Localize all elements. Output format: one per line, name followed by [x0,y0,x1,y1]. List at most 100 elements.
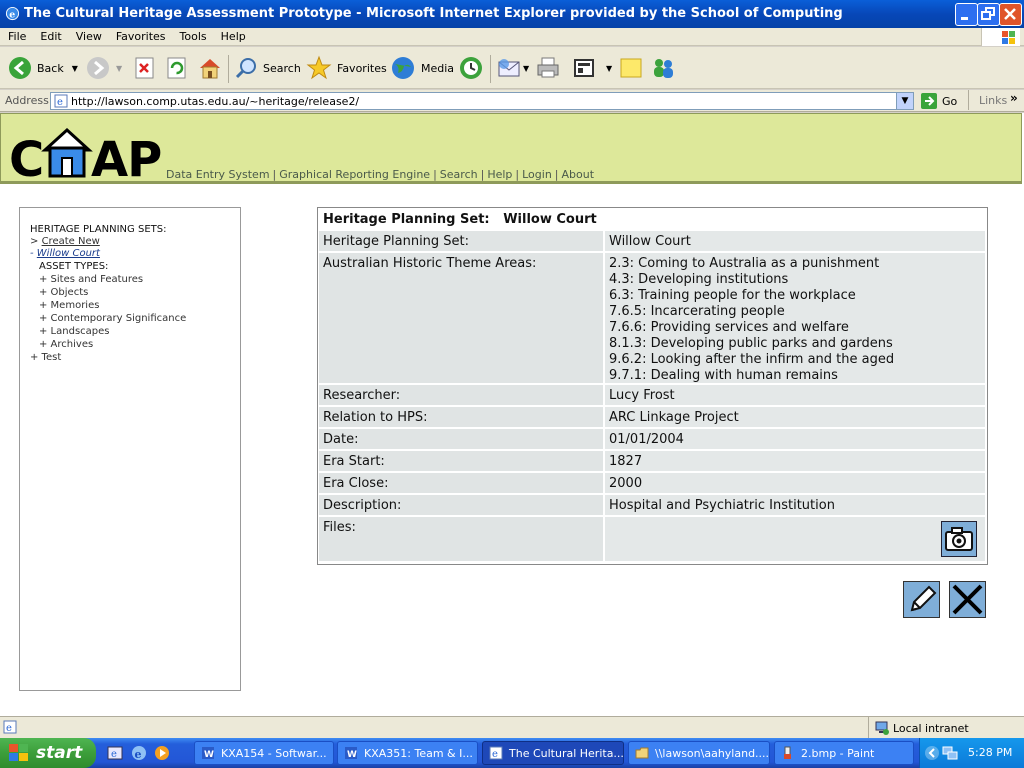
minimize-icon [961,17,968,20]
home-button[interactable] [197,53,223,83]
refresh-button[interactable] [166,53,188,83]
task-kxa351[interactable]: W KXA351: Team & I... [337,741,478,765]
record-table: Heritage Planning Set: Willow Court Heri… [317,207,988,565]
nav-divider: | [433,168,437,181]
quicklaunch-media-player-icon[interactable] [154,745,170,761]
history-button[interactable] [458,53,484,83]
edit-dropdown-icon[interactable]: ▼ [606,64,612,73]
media-button[interactable]: Media [390,53,454,83]
task-paint[interactable]: 2.bmp - Paint [774,741,914,765]
task-cultural-heritage[interactable]: e The Cultural Herita... [482,741,624,765]
start-button[interactable]: start [0,738,96,768]
tray-expand-icon[interactable] [924,745,940,761]
sidebar-heading: HERITAGE PLANNING SETS: [30,224,167,235]
history-icon [460,57,482,79]
theme-item: 9.6.2: Looking after the infirm and the … [609,352,895,367]
record-header-label: Heritage Planning Set: [323,212,490,227]
sidebar-item-landscapes[interactable]: + Landscapes [39,326,110,337]
back-dropdown-icon[interactable]: ▼ [72,64,78,73]
menu-view[interactable]: View [68,28,108,43]
links-chevron-icon[interactable]: » [1010,91,1018,105]
discuss-button[interactable] [619,53,643,83]
status-zone: Local intranet [893,722,969,735]
site-banner: C AP Data Entry System | Graphical Reporti… [0,113,1022,188]
close-x-icon [952,584,983,615]
word-doc-icon: W [345,747,357,760]
go-button[interactable]: Go [920,92,957,110]
svg-text:e: e [492,749,498,760]
sidebar-current-set[interactable]: - Willow Court [30,248,100,259]
create-new-link[interactable]: Create New [42,236,100,247]
menu-tools[interactable]: Tools [172,28,213,43]
sidebar-item-memories[interactable]: + Memories [39,300,99,311]
forward-button[interactable]: ▼ [86,53,122,83]
sidebar-item-archives[interactable]: + Archives [39,339,93,350]
menu-help[interactable]: Help [213,28,252,43]
edit-button[interactable]: ▼ [572,53,612,83]
edit-record-button[interactable] [903,581,940,618]
svg-text:e: e [111,749,117,760]
links-button[interactable]: Links [979,94,1007,107]
restore-button[interactable] [977,3,1000,26]
row-label-themes: Australian Historic Theme Areas: [319,253,603,383]
quicklaunch-outlook-icon[interactable]: e [107,745,123,761]
intranet-icon [875,721,889,735]
go-arrow-icon [921,93,937,109]
menu-favorites[interactable]: Favorites [108,28,172,43]
network-icon[interactable] [942,745,958,761]
internet-explorer-icon: e [5,6,20,20]
nav-divider: | [272,168,277,181]
svg-text:AP: AP [91,132,161,182]
back-button[interactable]: Back ▼ [8,53,78,83]
nav-graphical-reporting[interactable]: Graphical Reporting Engine [279,168,430,181]
row-label-files: Files: [319,517,603,561]
mail-dropdown-icon[interactable]: ▼ [523,64,529,73]
favorites-button[interactable]: Favorites [306,53,387,83]
menu-file[interactable]: File [0,28,32,43]
nav-search[interactable]: Search [440,168,478,181]
add-photo-button[interactable] [941,521,977,557]
nav-divider: | [480,168,485,181]
close-window-button[interactable] [999,3,1022,26]
nav-data-entry[interactable]: Data Entry System [166,168,270,181]
quicklaunch-ie-icon[interactable]: e [131,745,147,761]
camera-icon [945,527,973,551]
pencil-icon [910,585,937,612]
sidebar-item-objects[interactable]: + Objects [39,287,88,298]
messenger-icon [654,59,673,78]
status-bar: e Local intranet [0,716,1024,739]
row-value-themes: 2.3: Coming to Australia as a punishment… [605,253,985,383]
address-dropdown-icon[interactable]: ▼ [896,93,913,109]
sidebar-item-contemporary-significance[interactable]: + Contemporary Significance [39,313,186,324]
paint-icon [784,746,791,759]
site-nav: Data Entry System | Graphical Reporting En… [166,168,594,181]
window-title-bar: e The Cultural Heritage Assessment Proto… [0,0,1024,28]
close-record-button[interactable] [949,581,986,618]
row-label-relation: Relation to HPS: [319,407,603,427]
asset-types-heading: ASSET TYPES: [39,261,109,272]
stop-button[interactable] [134,53,156,83]
address-input[interactable]: e http://lawson.comp.utas.edu.au/~herita… [50,92,914,110]
address-bar: Address e http://lawson.comp.utas.edu.au… [0,90,1024,112]
svg-text:e: e [9,9,15,20]
nav-help[interactable]: Help [487,168,512,181]
sidebar-item-test[interactable]: + Test [30,352,61,363]
status-divider [868,717,869,739]
menu-bar: File Edit View Favorites Tools Help [0,28,1024,46]
folder-icon [635,747,649,759]
mail-button[interactable]: ▼ [497,53,529,83]
messenger-button[interactable] [650,53,676,83]
row-value-era-start: 1827 [605,451,985,471]
nav-login[interactable]: Login [522,168,552,181]
svg-text:W: W [204,750,214,760]
nav-about[interactable]: About [562,168,595,181]
task-lawson-folder[interactable]: \\lawson\aahyland.... [628,741,770,765]
print-button[interactable] [535,53,561,83]
sidebar-item-sites-features[interactable]: + Sites and Features [39,274,143,285]
search-button[interactable]: Search [234,53,301,83]
menu-edit[interactable]: Edit [32,28,67,43]
minimize-button[interactable] [955,3,978,26]
forward-arrow-icon [87,57,109,79]
task-kxa154[interactable]: W KXA154 - Softwar... [194,741,334,765]
row-value-relation: ARC Linkage Project [605,407,985,427]
